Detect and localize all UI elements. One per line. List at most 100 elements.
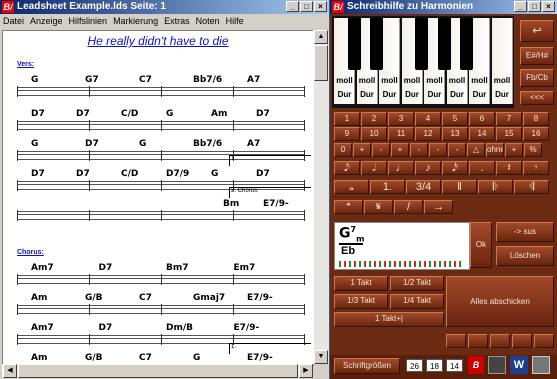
chord-symbol[interactable]: D7 — [76, 109, 90, 119]
helper-close-button[interactable]: × — [542, 1, 555, 12]
repeat-symbol-button[interactable] — [534, 334, 554, 348]
back-button[interactable]: <<< — [520, 91, 554, 105]
moll-label[interactable]: moll — [402, 76, 423, 85]
note-value-button[interactable]: 𝅗𝅥 — [361, 161, 387, 175]
bar-symbol-button[interactable]: 𝄆 — [478, 180, 513, 194]
chord-symbol[interactable]: A7 — [247, 75, 260, 85]
takt-1-button[interactable]: 1 Takt — [334, 276, 388, 291]
word-icon[interactable]: W — [510, 356, 528, 374]
bar-symbol-button[interactable]: 𝅝 — [334, 180, 369, 194]
dur-label[interactable]: Dur — [492, 90, 513, 99]
takt-1-bar-button[interactable]: 1 Takt+| — [334, 312, 444, 327]
menu-anzeige[interactable]: Anzeige — [27, 14, 66, 28]
close-button[interactable]: × — [314, 1, 327, 12]
chord-symbol[interactable]: G — [31, 75, 38, 85]
notation-symbol-button[interactable]: 𝄋 — [364, 200, 393, 214]
modifier-button[interactable]: - — [429, 143, 447, 157]
number-button[interactable]: 2 — [361, 112, 387, 126]
menu-noten[interactable]: Noten — [193, 14, 223, 28]
menu-hilfslinien[interactable]: Hilfslinien — [66, 14, 111, 28]
tools-icon[interactable] — [532, 356, 550, 374]
chord-symbol[interactable]: Bm — [223, 199, 239, 209]
note-value-button[interactable]: ♪ — [415, 161, 441, 175]
chord-symbol[interactable]: Am — [31, 353, 47, 363]
chord-symbol[interactable]: G — [166, 109, 173, 119]
chord-symbol[interactable]: E7/9- — [247, 353, 273, 363]
number-button[interactable]: 15 — [496, 127, 522, 141]
horizontal-scrollbar[interactable]: ◀ ▶ — [2, 364, 313, 378]
minimize-button[interactable]: _ — [286, 1, 299, 12]
takt-quarter-button[interactable]: 1/4 Takt — [390, 294, 444, 309]
chord-symbol[interactable]: D7 — [99, 323, 113, 333]
modifier-button[interactable]: ohne — [486, 143, 504, 157]
chord-symbol[interactable]: D7 — [85, 139, 99, 149]
dur-label[interactable]: Dur — [469, 90, 490, 99]
note-value-button[interactable]: ♩ — [388, 161, 414, 175]
moll-label[interactable]: moll — [334, 76, 355, 85]
moll-label[interactable]: moll — [357, 76, 378, 85]
chord-symbol[interactable]: A7 — [247, 139, 260, 149]
repeat-symbol-button[interactable] — [490, 334, 510, 348]
camera-icon[interactable] — [488, 356, 506, 374]
score-area[interactable]: He really didn't have to die Vers: Choru… — [2, 30, 314, 366]
modifier-button[interactable]: + — [505, 143, 523, 157]
undo-button[interactable]: ↩ — [520, 20, 554, 42]
sus-button[interactable]: -> sus — [496, 222, 554, 242]
chord-symbol[interactable]: C7 — [139, 353, 152, 363]
dur-label[interactable]: Dur — [379, 90, 400, 99]
number-button[interactable]: 12 — [415, 127, 441, 141]
font-size-1-field[interactable]: 26 — [406, 359, 423, 372]
note-value-button[interactable]: . — [469, 161, 495, 175]
repeat-symbol-button[interactable] — [468, 334, 488, 348]
piano-black-key[interactable] — [348, 18, 361, 70]
menu-markierung[interactable]: Markierung — [110, 14, 161, 28]
number-button[interactable]: 9 — [334, 127, 360, 141]
chord-symbol[interactable]: G/B — [85, 353, 103, 363]
chord-symbol[interactable]: Am — [211, 109, 227, 119]
note-value-button[interactable]: 𝄽 — [496, 161, 522, 175]
note-value-button[interactable]: 𝅘𝅥𝅯 — [442, 161, 468, 175]
number-button[interactable]: 3 — [388, 112, 414, 126]
number-button[interactable]: 16 — [523, 127, 549, 141]
chord-symbol[interactable]: G7 — [85, 75, 99, 85]
chord-symbol[interactable]: Am7 — [31, 323, 54, 333]
moll-label[interactable]: moll — [469, 76, 490, 85]
bar-symbol-button[interactable]: 1. — [370, 180, 405, 194]
moll-label[interactable]: moll — [424, 76, 445, 85]
chord-symbol[interactable]: E7/9- — [234, 323, 260, 333]
chord-symbol[interactable]: Dm/B — [166, 323, 193, 333]
chord-symbol[interactable]: Bb7/6 — [193, 75, 222, 85]
modifier-button[interactable]: △ — [467, 143, 485, 157]
takt-half-button[interactable]: 1/2 Takt — [390, 276, 444, 291]
number-button[interactable]: 4 — [415, 112, 441, 126]
modifier-button[interactable]: + — [353, 143, 371, 157]
chord-symbol[interactable]: D7 — [99, 263, 113, 273]
chord-symbol[interactable]: G — [211, 169, 218, 179]
notation-symbol-button[interactable]: 𝄌 — [334, 200, 363, 214]
chord-symbol[interactable]: C7 — [139, 75, 152, 85]
bar-symbol-button[interactable]: 𝄇 — [514, 180, 549, 194]
number-button[interactable]: 7 — [496, 112, 522, 126]
chord-symbol[interactable]: E7/9- — [263, 199, 289, 209]
piano-black-key[interactable] — [438, 18, 451, 70]
number-button[interactable]: 6 — [469, 112, 495, 126]
modifier-button[interactable]: 0 — [334, 143, 352, 157]
helper-minimize-button[interactable]: _ — [514, 1, 527, 12]
font-size-button[interactable]: Schriftgrößen — [334, 358, 400, 374]
vertical-scrollbar[interactable]: ▲ ▼ — [313, 30, 329, 364]
scroll-up-button[interactable]: ▲ — [314, 30, 328, 44]
number-button[interactable]: 10 — [361, 127, 387, 141]
enharmonic-flat-button[interactable]: Fb/Cb — [520, 69, 554, 87]
font-size-3-field[interactable]: 14 — [446, 359, 463, 372]
piano-black-key[interactable] — [370, 18, 383, 70]
chord-symbol[interactable]: D7 — [256, 109, 270, 119]
modifier-button[interactable]: + — [391, 143, 409, 157]
dur-label[interactable]: Dur — [424, 90, 445, 99]
hscroll-thumb[interactable] — [18, 364, 298, 378]
repeat-symbol-button[interactable] — [512, 334, 532, 348]
scroll-right-button[interactable]: ▶ — [299, 364, 313, 378]
chord-symbol[interactable]: C/D — [121, 109, 138, 119]
bar-symbol-button[interactable]: ‖ — [442, 180, 477, 194]
chord-symbol[interactable]: C7 — [139, 293, 152, 303]
scroll-thumb[interactable] — [314, 45, 328, 81]
